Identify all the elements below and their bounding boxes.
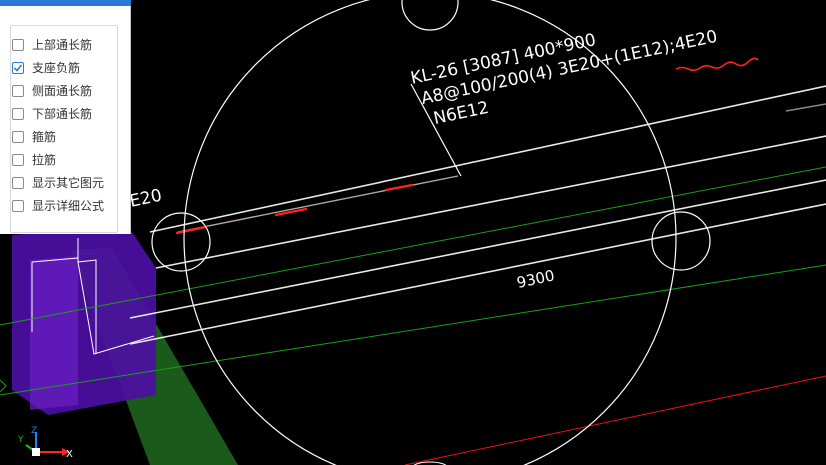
checkbox-label: 支座负筋	[32, 61, 81, 75]
panel-title-bar[interactable]	[0, 0, 131, 6]
rebar-checkbox-list: 上部通长筋 支座负筋 侧面通长筋 下部通长筋 箍筋 拉筋 显示其它图元 显示详细…	[10, 25, 118, 233]
axis-x-label: X	[66, 449, 73, 460]
checkbox-box[interactable]	[12, 38, 24, 51]
axis-z-label: Z	[31, 426, 37, 436]
checkbox-label: 侧面通长筋	[32, 84, 93, 98]
checkbox-box[interactable]	[12, 61, 24, 74]
checkbox-label: 箍筋	[32, 130, 57, 144]
rebar-display-panel: 上部通长筋 支座负筋 侧面通长筋 下部通长筋 箍筋 拉筋 显示其它图元 显示详细…	[0, 0, 131, 234]
checkbox-support-negative-rebar[interactable]: 支座负筋	[11, 56, 117, 79]
checkbox-box[interactable]	[12, 84, 24, 97]
checkbox-bottom-through-rebar[interactable]: 下部通长筋	[11, 102, 117, 125]
checkbox-label: 显示其它图元	[32, 176, 105, 190]
checkbox-box[interactable]	[12, 107, 24, 120]
checkbox-top-through-rebar[interactable]: 上部通长筋	[11, 33, 117, 56]
checkbox-show-detailed-formula[interactable]: 显示详细公式	[11, 194, 117, 217]
purple-column	[12, 226, 156, 415]
checkbox-box[interactable]	[12, 130, 24, 143]
checkbox-label: 下部通长筋	[32, 107, 93, 121]
axis-y-label: Y	[17, 435, 24, 445]
checkbox-label: 拉筋	[32, 153, 57, 167]
checkbox-tie-bar[interactable]: 拉筋	[11, 148, 117, 171]
checkbox-box[interactable]	[12, 153, 24, 166]
checkbox-side-through-rebar[interactable]: 侧面通长筋	[11, 79, 117, 102]
checkbox-label: 上部通长筋	[32, 38, 93, 52]
checkbox-label: 显示详细公式	[32, 199, 105, 213]
checkbox-box[interactable]	[12, 176, 24, 189]
checkbox-box[interactable]	[12, 199, 24, 212]
checkbox-show-other-elements[interactable]: 显示其它图元	[11, 171, 117, 194]
checkbox-stirrup[interactable]: 箍筋	[11, 125, 117, 148]
